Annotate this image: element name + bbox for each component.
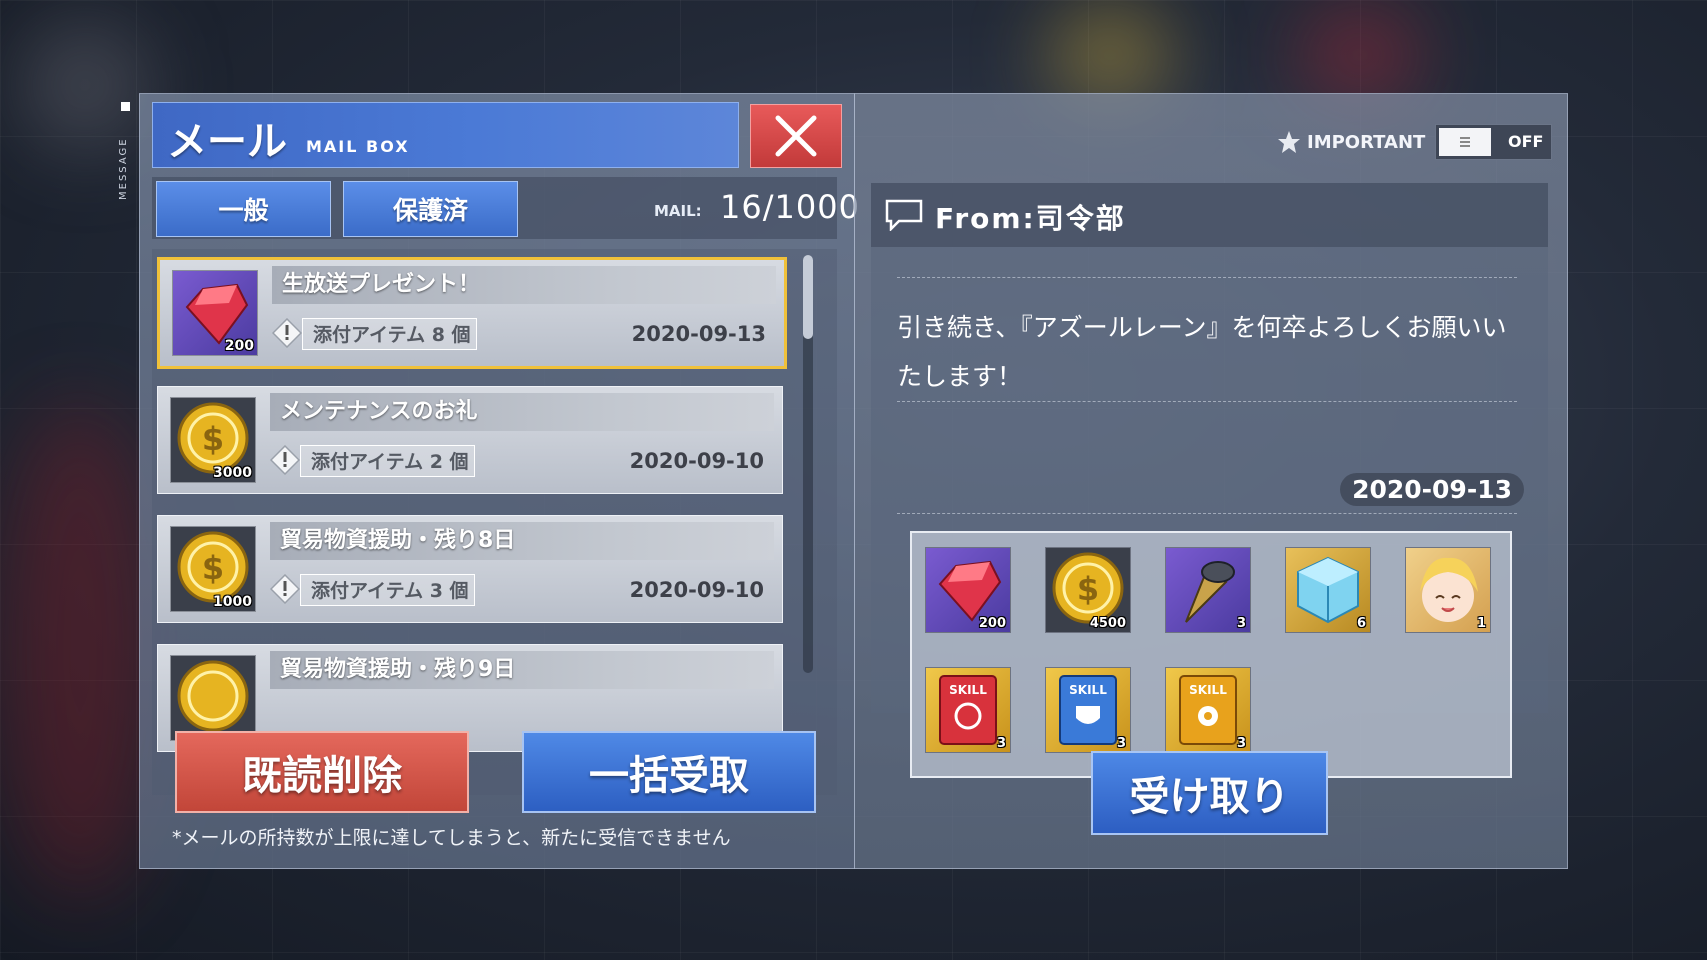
attachment-alert-icon [270,445,300,475]
mail-detail: From:司令部 引き続き、『アズールレーン』を何卒よろしくお願いい たします！… [871,183,1548,778]
mail-date: 2020-09-10 [629,449,764,473]
gold-coin-icon [170,655,256,741]
svg-text:$: $ [202,549,224,587]
title-bar: メール MAIL BOX [152,102,739,168]
page-subtitle: MAIL BOX [306,137,410,156]
mail-item[interactable]: 200 生放送プレゼント！ 添付アイテム 8 個 2020-09-13 [157,257,787,369]
page-title: メール [167,119,287,165]
mail-subject: 貿易物資援助・残り9日 [270,651,774,689]
important-filter: IMPORTANT [1277,130,1425,154]
mail-item[interactable]: $ 3000 メンテナンスのお礼 添付アイテム 2 個 2020-09-10 [157,386,783,494]
divider [897,401,1517,402]
svg-text:SKILL: SKILL [1189,683,1227,697]
drill-icon[interactable]: 3 [1165,547,1251,633]
attachment-count: 添付アイテム 8 個 [302,318,477,350]
mail-count: 16/1000 [720,188,860,226]
sender-bar: From:司令部 [871,183,1548,247]
skill-book-gold-icon[interactable]: SKILL 3 [1165,667,1251,753]
reward-grid: 200 $ 4500 3 6 1 SKILL 3 SKILL 3 SKILL 3 [910,531,1512,778]
tab-general[interactable]: 一般 [156,181,331,237]
attachment-count: 添付アイテム 2 個 [300,445,475,477]
gold-coin-icon: $ 3000 [170,397,256,483]
tab-bar: 一般 保護済 MAIL: 16/1000 [152,177,859,239]
divider [897,513,1517,514]
attachment-count: 添付アイテム 3 個 [300,574,475,606]
message-line: たします！ [897,362,1023,391]
important-label: IMPORTANT [1307,131,1426,153]
mail-item[interactable]: $ 1000 貿易物資援助・残り8日 添付アイテム 3 個 2020-09-10 [157,515,783,623]
side-label: MESSAGE [118,137,129,200]
scrollbar[interactable] [803,255,813,673]
mail-subject: 貿易物資援助・残り8日 [270,522,774,560]
mail-count-label: MAIL: [654,202,702,220]
sender: From:司令部 [935,202,1126,235]
svg-text:$: $ [202,420,224,458]
important-toggle[interactable]: OFF [1435,124,1552,160]
toggle-knob [1439,128,1491,156]
menu-lines-icon [1460,137,1470,147]
mail-date: 2020-09-13 [1340,473,1524,506]
claim-all-button[interactable]: 一括受取 [522,731,816,813]
mail-detail-panel: IMPORTANT OFF From:司令部 引き続き、『アズールレーン』を何卒… [854,93,1568,869]
chat-bubble-icon [885,199,923,231]
svg-text:SKILL: SKILL [949,683,987,697]
mailbox-limit-notice: *メールの所持数が上限に達してしまうと、新たに受信できません [172,827,731,849]
svg-text:SKILL: SKILL [1069,683,1107,697]
divider [897,277,1517,278]
delete-read-button[interactable]: 既読削除 [175,731,469,813]
gold-coin-icon[interactable]: $ 4500 [1045,547,1131,633]
character-portrait-icon[interactable]: 1 [1405,547,1491,633]
mail-subject: 生放送プレゼント！ [272,266,776,304]
attachment-alert-icon [272,318,302,348]
scrollbar-thumb[interactable] [803,255,813,339]
gem-icon[interactable]: 200 [925,547,1011,633]
mailbox-panel: メール MAIL BOX 一般 保護済 MAIL: 16/1000 200 生放… [139,93,859,869]
gold-coin-icon: $ 1000 [170,526,256,612]
toggle-state: OFF [1508,132,1544,151]
mail-list[interactable]: 200 生放送プレゼント！ 添付アイテム 8 個 2020-09-13 $ 30… [152,249,837,795]
gem-icon: 200 [172,270,258,356]
mail-date: 2020-09-13 [631,322,766,346]
receive-button[interactable]: 受け取り [1091,751,1328,835]
cube-icon[interactable]: 6 [1285,547,1371,633]
close-button[interactable] [750,104,842,168]
attachment-alert-icon [270,574,300,604]
message-body: 引き続き、『アズールレーン』を何卒よろしくお願いい たします！ [897,303,1537,401]
tab-protected[interactable]: 保護済 [343,181,518,237]
skill-book-red-icon[interactable]: SKILL 3 [925,667,1011,753]
close-icon [775,115,817,157]
skill-book-blue-icon[interactable]: SKILL 3 [1045,667,1131,753]
message-line: 引き続き、『アズールレーン』を何卒よろしくお願いい [897,313,1507,342]
mail-subject: メンテナンスのお礼 [270,393,774,431]
svg-text:$: $ [1077,570,1099,608]
star-icon [1278,131,1300,153]
mail-date: 2020-09-10 [629,578,764,602]
